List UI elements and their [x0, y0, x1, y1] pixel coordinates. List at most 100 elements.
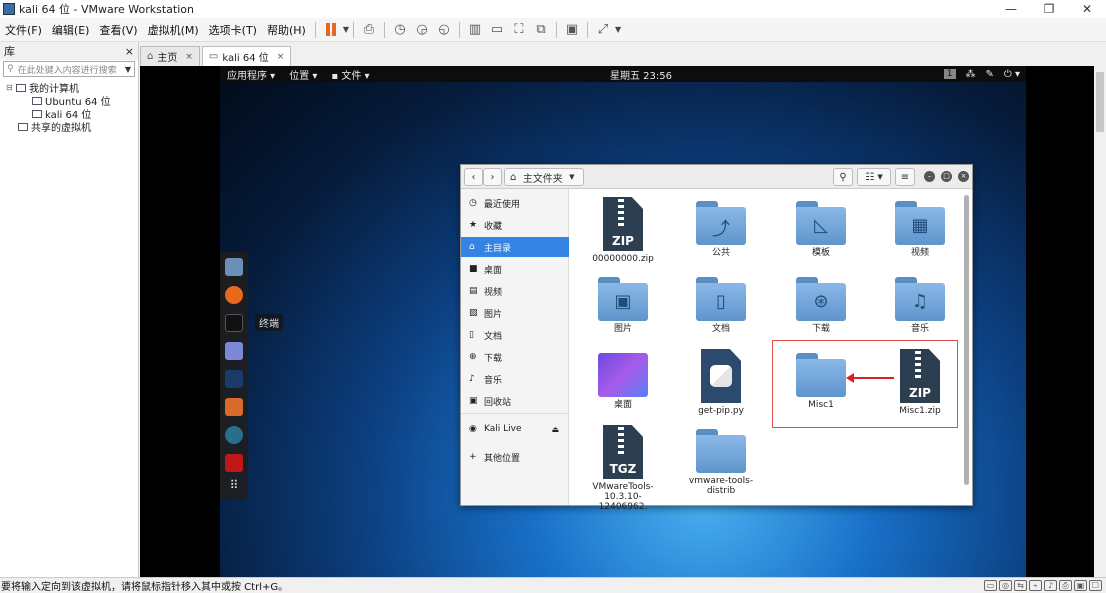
vm-console[interactable]: 应用程序 ▾ 位置 ▾ ▪ 文件 ▾ 星期五 23:56 1 ⁂ ✎ ⏻ ▾ ⠿…: [140, 66, 1094, 577]
kali-desktop[interactable]: 应用程序 ▾ 位置 ▾ ▪ 文件 ▾ 星期五 23:56 1 ⁂ ✎ ⏻ ▾ ⠿…: [220, 66, 1026, 577]
folder-item[interactable]: ⤴ 公共: [681, 201, 761, 258]
menu-help[interactable]: 帮助(H): [262, 22, 311, 38]
sidebar-item-music[interactable]: ♪ 音乐: [461, 369, 569, 389]
eject-icon[interactable]: ⏏: [551, 425, 559, 434]
menu-file[interactable]: 文件(F): [0, 22, 47, 38]
chevron-down-icon[interactable]: ▼: [125, 65, 131, 74]
maximize-icon[interactable]: □: [941, 171, 952, 182]
full-screen-icon[interactable]: ⛶: [510, 21, 528, 39]
sidebar-item-starred[interactable]: ★ 收藏: [461, 215, 569, 235]
sidebar-item-other-locations[interactable]: + 其他位置: [461, 447, 569, 467]
tree-item-shared-vms[interactable]: 共享的虚拟机: [0, 120, 138, 134]
folder-item[interactable]: 桌面: [583, 353, 663, 410]
sidebar-item-downloads[interactable]: ⊕ 下载: [461, 347, 569, 367]
sidebar-item-pictures[interactable]: ▨ 图片: [461, 303, 569, 323]
files-menu[interactable]: ▪ 文件 ▾: [324, 67, 376, 82]
back-button[interactable]: ‹: [464, 168, 483, 186]
sidebar-item-videos[interactable]: ▤ 视频: [461, 281, 569, 301]
sidebar-item-kali-live[interactable]: ◉ Kali Live ⏏: [461, 419, 569, 439]
places-menu[interactable]: 位置 ▾: [282, 67, 324, 82]
file-item[interactable]: TGZ VMwareTools-10.3.10-12406962.: [583, 425, 663, 512]
menu-button[interactable]: ≡: [895, 168, 915, 186]
tab-close-button[interactable]: ×: [277, 52, 285, 62]
stretch-guest-icon[interactable]: ⤢: [594, 21, 612, 39]
search-button[interactable]: ⚲: [833, 168, 853, 186]
library-close-button[interactable]: ×: [125, 45, 134, 58]
close-icon[interactable]: ×: [958, 171, 969, 182]
minimize-button[interactable]: —: [992, 0, 1030, 18]
file-manager-header: ‹ › ⌂ 主文件夹 ▼ ⚲ ☷ ▼ ≡ – □ ×: [461, 165, 972, 189]
path-bar[interactable]: ⌂ 主文件夹 ▼: [504, 168, 584, 186]
maximize-button[interactable]: ❐: [1030, 0, 1068, 18]
chevron-down-icon[interactable]: ▼: [569, 173, 574, 181]
clock[interactable]: 星期五 23:56: [610, 67, 672, 82]
file-view-scrollbar[interactable]: [964, 195, 969, 485]
sidebar-item-trash[interactable]: ▣ 回收站: [461, 391, 569, 411]
display-icon[interactable]: ▣: [1074, 580, 1087, 591]
terminal-icon[interactable]: [225, 314, 243, 332]
tools-icon[interactable]: ✎: [986, 69, 994, 80]
unity-icon[interactable]: ⧉: [532, 21, 550, 39]
sidebar-item-desktop[interactable]: ■ 桌面: [461, 259, 569, 279]
minimize-icon[interactable]: –: [924, 171, 935, 182]
pause-vm-button[interactable]: [322, 21, 340, 39]
menu-view[interactable]: 查看(V): [94, 22, 142, 38]
snapshot-manager-icon[interactable]: ◵: [435, 21, 453, 39]
power-icon[interactable]: ⏻ ▾: [1004, 69, 1020, 80]
tree-item-label: 共享的虚拟机: [31, 123, 91, 134]
send-ctrl-alt-del-icon[interactable]: ⎙: [360, 21, 378, 39]
files-app-icon[interactable]: [225, 258, 243, 276]
show-apps-icon[interactable]: ⠿: [225, 478, 243, 496]
printer-icon[interactable]: ⎙: [1059, 580, 1072, 591]
folder-item[interactable]: ▣ 图片: [583, 277, 663, 334]
folder-item[interactable]: ⊛ 下载: [781, 277, 861, 334]
network-adapter-icon[interactable]: ⇆: [1014, 580, 1027, 591]
folder-item[interactable]: vmware-tools-distrib: [681, 429, 761, 496]
message-log-icon[interactable]: ☐: [1089, 580, 1102, 591]
sound-icon[interactable]: ♪: [1044, 580, 1057, 591]
menu-vm[interactable]: 虚拟机(M): [143, 22, 204, 38]
close-window-button[interactable]: ✕: [1068, 0, 1106, 18]
network-icon[interactable]: ⁂: [966, 69, 976, 80]
console-view-icon[interactable]: ▣: [563, 21, 581, 39]
cd-rom-icon[interactable]: ◎: [999, 580, 1012, 591]
folder-item[interactable]: ▦ 视频: [880, 201, 960, 258]
library-search-input[interactable]: ⚲ 在此处键入内容进行搜索 ▼: [3, 61, 135, 77]
metasploit-icon[interactable]: [225, 370, 243, 388]
maltego-icon[interactable]: [225, 426, 243, 444]
sidebar-item-documents[interactable]: ▯ 文档: [461, 325, 569, 345]
vertical-scrollbar[interactable]: [1094, 42, 1106, 577]
sidebar-item-home[interactable]: ⌂ 主目录: [461, 237, 569, 257]
cherrytree-icon[interactable]: [225, 454, 243, 472]
folder-item[interactable]: ▯ 文档: [681, 277, 761, 334]
menu-edit[interactable]: 编辑(E): [47, 22, 95, 38]
collapse-icon[interactable]: ⊟: [6, 83, 14, 92]
applications-menu[interactable]: 应用程序 ▾: [220, 67, 282, 82]
burpsuite-icon[interactable]: [225, 398, 243, 416]
folder-item[interactable]: ♫ 音乐: [880, 277, 960, 334]
file-item[interactable]: get-pip.py: [681, 349, 761, 416]
usb-icon[interactable]: ⌁: [1029, 580, 1042, 591]
text-editor-icon[interactable]: [225, 342, 243, 360]
hard-disk-icon[interactable]: ▭: [984, 580, 997, 591]
folder-item[interactable]: ◺ 模板: [781, 201, 861, 258]
shared-vm-icon: [18, 122, 28, 131]
tab-close-button[interactable]: ×: [185, 52, 193, 62]
scrollbar-thumb[interactable]: [1096, 72, 1104, 132]
show-library-icon[interactable]: ▥: [466, 21, 484, 39]
sidebar-item-recent[interactable]: ◷ 最近使用: [461, 193, 569, 213]
thumbnail-bar-icon[interactable]: ▭: [488, 21, 506, 39]
tab-home[interactable]: ⌂ 主页 ×: [140, 46, 200, 66]
firefox-icon[interactable]: [225, 286, 243, 304]
file-item[interactable]: ZIP 00000000.zip: [583, 197, 663, 264]
forward-button[interactable]: ›: [483, 168, 502, 186]
snapshot-icon[interactable]: ◷: [391, 21, 409, 39]
tab-kali[interactable]: ▭ kali 64 位 ×: [201, 46, 292, 66]
view-options-button[interactable]: ☷ ▼: [857, 168, 891, 186]
workspace-indicator[interactable]: 1: [943, 69, 956, 79]
revert-snapshot-icon[interactable]: ◶: [413, 21, 431, 39]
file-label: 图片: [613, 324, 632, 334]
chevron-down-icon[interactable]: ▼: [343, 25, 349, 34]
chevron-down-icon[interactable]: ▼: [615, 25, 621, 34]
menu-tabs[interactable]: 选项卡(T): [204, 22, 262, 38]
